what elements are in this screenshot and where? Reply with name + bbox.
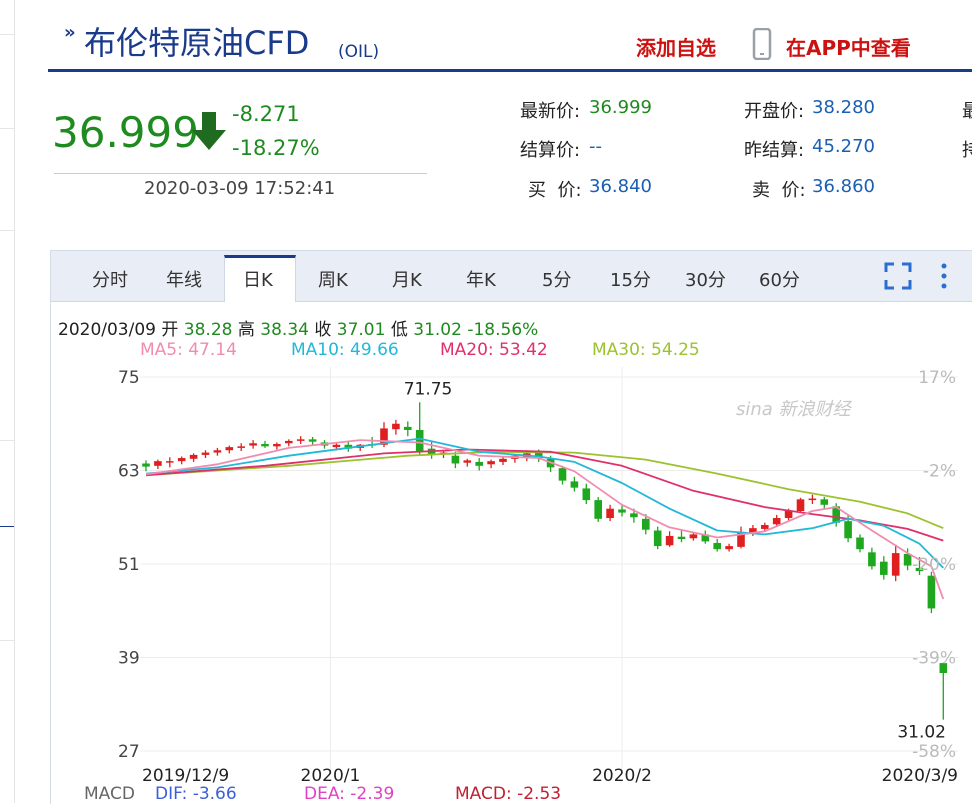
candle-body	[606, 508, 614, 519]
candle-body	[392, 423, 400, 430]
candle-body	[213, 450, 222, 453]
candle-body	[761, 525, 769, 529]
y-tick-label: 27	[118, 742, 140, 762]
candle-body	[594, 500, 602, 519]
candle-body	[880, 561, 888, 575]
candle-body	[499, 458, 507, 462]
candle-body	[415, 429, 424, 452]
y-tick-label: 51	[118, 555, 140, 575]
x-tick-label: 2020/1	[301, 766, 361, 786]
candle-body	[772, 518, 781, 525]
candle-body	[332, 444, 341, 448]
sina-watermark-logo: sina 新浪财经	[736, 399, 853, 420]
candle-body	[642, 518, 650, 530]
pct-tick-label: -2%	[923, 462, 956, 482]
candle-body	[808, 498, 817, 501]
macd-label: MACD	[84, 784, 135, 804]
candle-body	[142, 463, 150, 467]
candle-body	[166, 461, 174, 463]
candle-body	[725, 546, 733, 550]
candle-body	[868, 552, 876, 567]
y-tick-label: 75	[118, 368, 140, 388]
pct-tick-label: -58%	[912, 742, 956, 762]
macd-dif: DIF: -3.66	[155, 784, 237, 804]
candle-body	[261, 444, 269, 447]
ma5-line	[145, 439, 945, 600]
candle-body	[903, 553, 912, 566]
candle-body	[249, 443, 257, 446]
candle-body	[713, 542, 721, 550]
candle-body	[891, 553, 900, 576]
candle-body	[582, 488, 591, 501]
macd-value: MACD: -2.53	[455, 784, 562, 804]
candle-body	[177, 458, 186, 462]
candle-body	[796, 499, 805, 512]
candle-body	[487, 461, 495, 465]
candle-body	[451, 455, 460, 464]
pct-tick-label: -20%	[912, 555, 956, 575]
candle-body	[273, 444, 281, 447]
y-tick-label: 63	[118, 462, 140, 482]
candle-body	[285, 440, 293, 444]
candle-body	[463, 460, 472, 463]
candle-body	[927, 575, 936, 609]
low-annotation: 31.02	[897, 723, 946, 743]
high-annotation: 71.75	[404, 379, 453, 399]
pct-tick-label: 17%	[918, 368, 956, 388]
candle-body	[689, 534, 698, 539]
candle-body	[630, 513, 638, 518]
ma30-line	[145, 450, 944, 530]
candle-body	[677, 536, 686, 540]
candle-body	[404, 426, 412, 430]
candle-body	[856, 537, 864, 550]
pct-tick-label: -39%	[912, 649, 956, 669]
candle-body	[665, 535, 674, 546]
x-tick-label: 2020/2	[592, 766, 652, 786]
candle-body	[189, 454, 198, 459]
candle-body	[820, 499, 829, 505]
candle-body	[296, 439, 305, 441]
candle-body	[784, 511, 793, 519]
candle-body	[237, 446, 245, 448]
candle-body	[558, 468, 567, 481]
candle-body	[201, 452, 210, 455]
candle-body	[225, 447, 234, 451]
candle-body	[844, 521, 852, 539]
candle-body	[653, 530, 662, 547]
candle-body	[308, 439, 317, 442]
candle-body	[618, 509, 626, 513]
y-tick-label: 39	[118, 649, 140, 669]
candlestick-chart: sina 新浪财经 75 17% 63 -2% 51 -20% 39 -39% 27 -58% 20…	[118, 367, 958, 786]
x-tick-label: 2019/12/9	[142, 766, 229, 786]
candle-body	[475, 461, 483, 466]
macd-dea: DEA: -2.39	[304, 784, 395, 804]
candle-body	[570, 481, 579, 488]
x-tick-label: 2020/3/9	[882, 766, 958, 786]
candle-body	[154, 461, 162, 466]
